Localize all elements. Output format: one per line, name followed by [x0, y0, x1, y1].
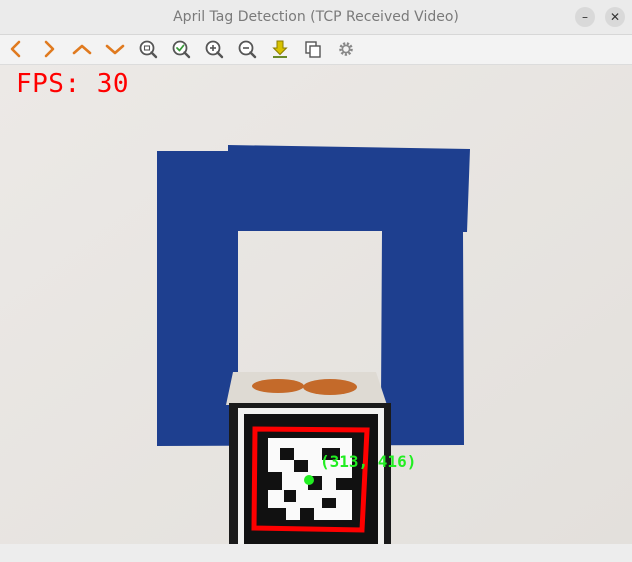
zoom-out-icon	[238, 40, 257, 59]
minimize-button[interactable]: –	[575, 7, 595, 27]
properties-gear-icon	[339, 42, 353, 56]
properties-button[interactable]	[335, 38, 357, 60]
save-image-icon	[272, 40, 288, 58]
video-frame	[0, 65, 632, 544]
pan-down-icon	[105, 44, 125, 55]
pan-right-button[interactable]	[38, 38, 60, 60]
title-bar: April Tag Detection (TCP Received Video)…	[0, 0, 632, 35]
tag-center-label: (313, 416)	[320, 452, 417, 471]
pan-up-button[interactable]	[71, 38, 93, 60]
close-icon: ✕	[609, 10, 621, 24]
pan-up-icon	[72, 44, 92, 55]
pan-right-icon	[44, 40, 55, 58]
minimize-icon: –	[582, 10, 588, 24]
zoom-original-icon	[139, 40, 158, 59]
toolbar	[0, 35, 632, 65]
zoom-fit-button[interactable]	[170, 38, 192, 60]
copy-image-button[interactable]	[302, 38, 324, 60]
pan-left-button[interactable]	[5, 38, 27, 60]
window-title: April Tag Detection (TCP Received Video)	[173, 9, 459, 25]
status-bar	[0, 544, 632, 562]
zoom-in-icon	[205, 40, 224, 59]
zoom-fit-icon	[172, 40, 191, 59]
zoom-original-button[interactable]	[137, 38, 159, 60]
camera-image	[0, 65, 632, 544]
tag-center-point	[304, 475, 314, 485]
pan-down-button[interactable]	[104, 38, 126, 60]
close-button[interactable]: ✕	[605, 7, 625, 27]
save-image-button[interactable]	[269, 38, 291, 60]
zoom-out-button[interactable]	[236, 38, 258, 60]
pan-left-icon	[10, 40, 21, 58]
copy-image-icon	[305, 41, 321, 58]
zoom-in-button[interactable]	[203, 38, 225, 60]
fps-label: FPS: 30	[16, 69, 130, 99]
